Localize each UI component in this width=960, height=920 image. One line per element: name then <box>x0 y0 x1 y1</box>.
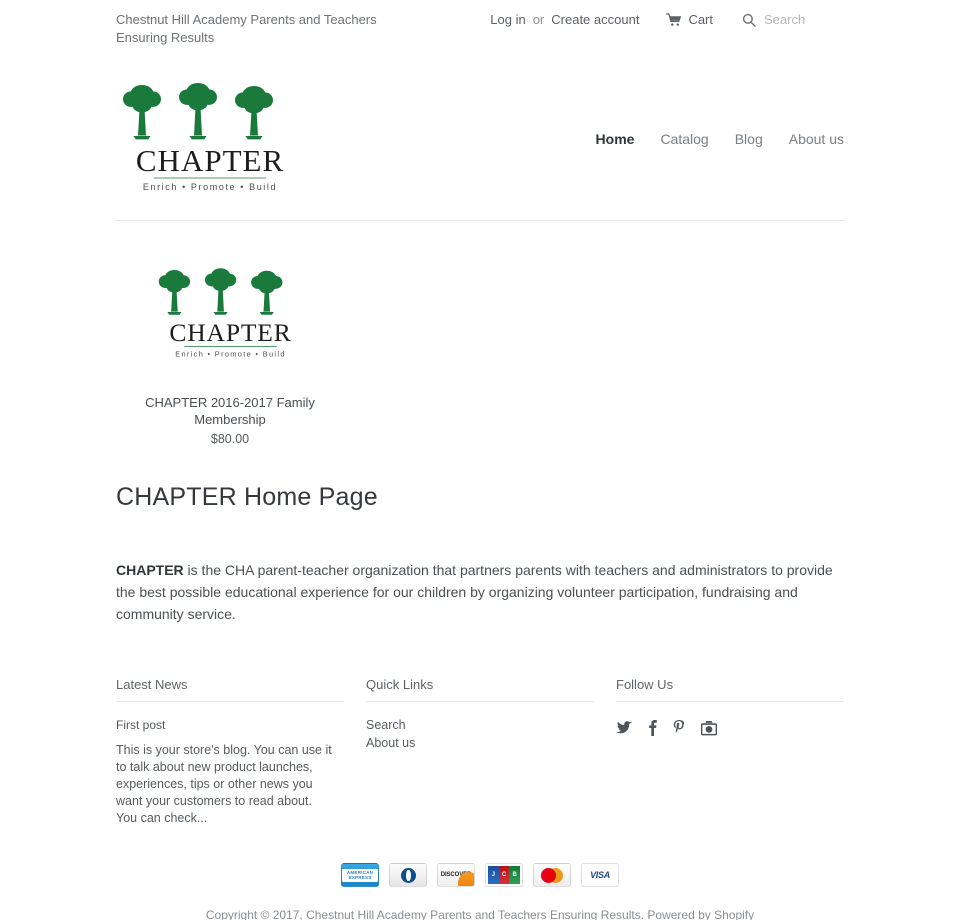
product-price: $80.00 <box>210 432 250 446</box>
cart-label: Cart <box>688 12 713 27</box>
follow-us-title: Follow Us <box>616 677 844 702</box>
payment-icon-mastercard <box>533 863 571 887</box>
cart-icon <box>666 12 682 27</box>
site-footer: Latest News First post This is your stor… <box>116 677 844 827</box>
site-tagline: Chestnut Hill Academy Parents and Teache… <box>116 12 377 45</box>
social-links <box>616 720 844 736</box>
payment-icon-visa: VISA <box>581 863 619 887</box>
mastercard-circle-yellow <box>548 868 563 883</box>
product-card[interactable]: CHAPTER Enrich • Promote • Build CHAPTER… <box>116 252 344 446</box>
product-title[interactable]: CHAPTER 2016-2017 Family Membership <box>143 394 318 428</box>
latest-news-title: Latest News <box>116 677 344 702</box>
footer-col-latest-news: Latest News First post This is your stor… <box>116 677 344 827</box>
payment-icon-jcb: JCB <box>485 863 523 887</box>
news-post-excerpt: This is your store's blog. You can use i… <box>116 743 332 825</box>
topbar-container: Chestnut Hill Academy Parents and Teache… <box>116 0 844 47</box>
payment-icon-diners-club <box>389 863 427 887</box>
quick-links-title: Quick Links <box>366 677 594 702</box>
site-header: CHAPTER Enrich • Promote • Build Home Ca… <box>116 47 844 220</box>
nav-item-blog[interactable]: Blog <box>735 131 763 147</box>
topbar-right: Log in or Create account Cart <box>490 10 844 27</box>
instagram-icon[interactable] <box>701 720 717 736</box>
payment-icons: AMERICAN EXPRESS DISCOVER JCB VISA <box>0 863 960 887</box>
news-post-title[interactable]: First post <box>116 718 344 732</box>
logo-wordmark: CHAPTER <box>136 143 284 178</box>
product-grid: CHAPTER Enrich • Promote • Build CHAPTER… <box>116 221 844 446</box>
page-root: Chestnut Hill Academy Parents and Teache… <box>0 0 960 920</box>
footer-col-follow-us: Follow Us <box>616 677 844 827</box>
powered-by-shopify-link[interactable]: Powered by Shopify <box>647 908 754 920</box>
quick-link-search[interactable]: Search <box>366 718 594 732</box>
product-image-link[interactable]: CHAPTER Enrich • Promote • Build <box>116 252 344 372</box>
copyright-text: Copyright © 2017, Chestnut Hill Academy … <box>205 908 645 920</box>
cart-link[interactable]: Cart <box>666 12 713 27</box>
svg-text:Enrich • Promote • Build: Enrich • Promote • Build <box>175 350 286 359</box>
main-content: CHAPTER Home Page CHAPTER is the CHA par… <box>116 483 844 625</box>
visa-label: VISA <box>590 870 610 880</box>
header-container: CHAPTER Enrich • Promote • Build Home Ca… <box>116 47 844 220</box>
payment-icon-american-express: AMERICAN EXPRESS <box>341 863 379 887</box>
nav-item-home[interactable]: Home <box>596 131 635 147</box>
search-input[interactable] <box>764 12 844 27</box>
diners-glyph <box>400 867 416 883</box>
facebook-icon[interactable] <box>648 720 657 736</box>
site-logo[interactable]: CHAPTER Enrich • Promote • Build <box>116 77 304 200</box>
page-title: CHAPTER Home Page <box>116 483 378 511</box>
page-body-text: is the CHA parent-teacher organization t… <box>116 562 833 622</box>
login-link[interactable]: Log in <box>490 12 525 27</box>
product-logo-image: CHAPTER Enrich • Promote • Build <box>158 268 291 359</box>
main-nav: Home Catalog Blog About us <box>596 131 844 147</box>
topbar: Chestnut Hill Academy Parents and Teache… <box>116 0 844 47</box>
pinterest-icon[interactable] <box>673 720 685 736</box>
footer-container: Latest News First post This is your stor… <box>116 677 844 827</box>
copyright-bar: Copyright © 2017, Chestnut Hill Academy … <box>0 908 960 920</box>
svg-text:CHAPTER: CHAPTER <box>169 318 291 347</box>
footer-col-quick-links: Quick Links Search About us <box>366 677 594 827</box>
or-separator: or <box>532 12 545 27</box>
nav-item-catalog[interactable]: Catalog <box>660 131 708 147</box>
discover-orb <box>458 872 474 886</box>
quick-link-about-us[interactable]: About us <box>366 736 594 750</box>
twitter-icon[interactable] <box>616 721 632 735</box>
payment-icon-discover: DISCOVER <box>437 863 475 887</box>
create-account-link[interactable]: Create account <box>551 12 639 27</box>
logo-tagline: Enrich • Promote • Build <box>143 182 277 192</box>
nav-item-about-us[interactable]: About us <box>789 131 844 147</box>
page-body-lead: CHAPTER <box>116 562 184 578</box>
search-icon <box>742 13 756 27</box>
chapter-logo-graphic: CHAPTER Enrich • Promote • Build <box>123 83 284 192</box>
amex-label: AMERICAN EXPRESS <box>342 868 378 882</box>
page-body: CHAPTER is the CHA parent-teacher organi… <box>116 559 844 625</box>
search-box[interactable] <box>742 12 844 27</box>
